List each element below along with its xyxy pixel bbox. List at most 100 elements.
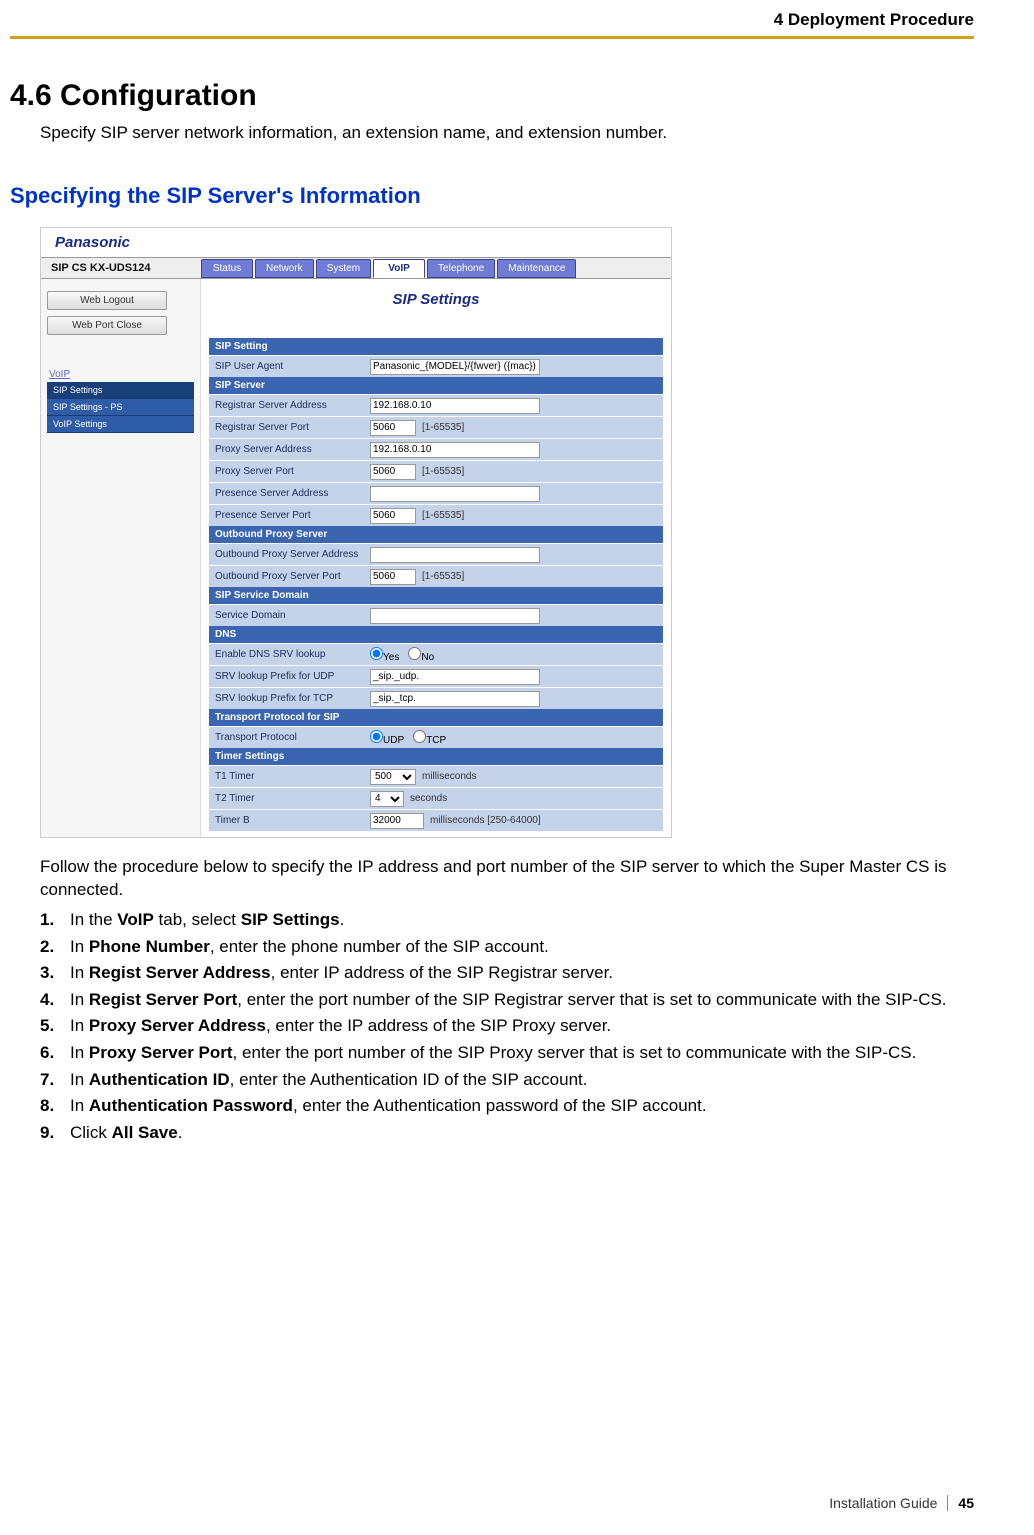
step-item: 9.Click All Save.: [40, 1121, 974, 1146]
step-item: 3.In Regist Server Address, enter IP add…: [40, 961, 974, 986]
step-number: 9.: [40, 1121, 70, 1146]
section-intro: Specify SIP server network information, …: [40, 123, 974, 143]
label-t2-timer: T2 Timer: [215, 793, 370, 804]
input-outbound-addr[interactable]: [370, 547, 540, 563]
page-title: SIP Settings: [209, 291, 663, 308]
web-port-close-button[interactable]: Web Port Close: [47, 316, 167, 335]
radio-label-yes: Yes: [383, 652, 399, 663]
step-text: In Regist Server Port, enter the port nu…: [70, 988, 947, 1013]
sidebar-group-title: VoIP: [47, 365, 194, 382]
instruction-lead: Follow the procedure below to specify th…: [40, 856, 974, 902]
sidebar-item-sip-settings[interactable]: SIP Settings: [47, 382, 194, 399]
input-proxy-addr[interactable]: [370, 442, 540, 458]
top-bar: SIP CS KX-UDS124 Status Network System V…: [41, 257, 671, 279]
input-srv-udp-prefix[interactable]: [370, 669, 540, 685]
section-timer: Timer Settings: [209, 748, 663, 765]
label-proxy-addr: Proxy Server Address: [215, 444, 370, 455]
step-text: In Proxy Server Address, enter the IP ad…: [70, 1014, 611, 1039]
label-registrar-addr: Registrar Server Address: [215, 400, 370, 411]
section-dns: DNS: [209, 626, 663, 643]
tab-system[interactable]: System: [316, 259, 371, 278]
brand-logo: Panasonic: [41, 228, 671, 257]
step-text: In Phone Number, enter the phone number …: [70, 935, 549, 960]
label-proxy-port: Proxy Server Port: [215, 466, 370, 477]
label-presence-addr: Presence Server Address: [215, 488, 370, 499]
chapter-header: 4 Deployment Procedure: [10, 0, 974, 36]
step-text: Click All Save.: [70, 1121, 182, 1146]
sidebar-item-voip-settings[interactable]: VoIP Settings: [47, 416, 194, 433]
step-number: 4.: [40, 988, 70, 1013]
step-item: 4.In Regist Server Port, enter the port …: [40, 988, 974, 1013]
radio-label-tcp: TCP: [426, 735, 446, 746]
hint-presence-port: [1-65535]: [422, 510, 464, 521]
unit-t2-timer: seconds: [410, 793, 447, 804]
label-srv-tcp-prefix: SRV lookup Prefix for TCP: [215, 693, 370, 704]
footer-page-number: 45: [958, 1495, 974, 1511]
input-outbound-port[interactable]: [370, 569, 416, 585]
section-sip-server: SIP Server: [209, 377, 663, 394]
input-presence-addr[interactable]: [370, 486, 540, 502]
section-service-domain: SIP Service Domain: [209, 587, 663, 604]
sidebar: Web Logout Web Port Close VoIP SIP Setti…: [41, 279, 201, 837]
radio-transport-udp[interactable]: [370, 730, 383, 743]
step-text: In Authentication Password, enter the Au…: [70, 1094, 707, 1119]
procedure-steps: 1.In the VoIP tab, select SIP Settings.2…: [40, 908, 974, 1146]
section-sip-setting: SIP Setting: [209, 338, 663, 355]
step-text: In Authentication ID, enter the Authenti…: [70, 1068, 588, 1093]
tab-status[interactable]: Status: [201, 259, 253, 278]
step-text: In Proxy Server Port, enter the port num…: [70, 1041, 916, 1066]
step-number: 3.: [40, 961, 70, 986]
section-transport: Transport Protocol for SIP: [209, 709, 663, 726]
step-text: In Regist Server Address, enter IP addre…: [70, 961, 613, 986]
label-srv-udp-prefix: SRV lookup Prefix for UDP: [215, 671, 370, 682]
radio-dns-srv-yes[interactable]: [370, 647, 383, 660]
label-timer-b: Timer B: [215, 815, 370, 826]
tab-network[interactable]: Network: [255, 259, 314, 278]
radio-dns-srv-no[interactable]: [408, 647, 421, 660]
section-heading: 4.6 Configuration: [10, 79, 974, 113]
input-timer-b[interactable]: [370, 813, 424, 829]
step-number: 7.: [40, 1068, 70, 1093]
radio-label-udp: UDP: [383, 735, 404, 746]
step-number: 8.: [40, 1094, 70, 1119]
hint-outbound-port: [1-65535]: [422, 571, 464, 582]
step-item: 8.In Authentication Password, enter the …: [40, 1094, 974, 1119]
tab-maintenance[interactable]: Maintenance: [497, 259, 576, 278]
tab-voip[interactable]: VoIP: [373, 259, 425, 278]
header-rule: [10, 36, 974, 39]
select-t1-timer[interactable]: 500: [370, 769, 416, 785]
input-registrar-addr[interactable]: [370, 398, 540, 414]
select-t2-timer[interactable]: 4: [370, 791, 404, 807]
web-logout-button[interactable]: Web Logout: [47, 291, 167, 310]
radio-transport-tcp[interactable]: [413, 730, 426, 743]
radio-label-no: No: [421, 652, 434, 663]
unit-timer-b: milliseconds [250-64000]: [430, 815, 541, 826]
input-proxy-port[interactable]: [370, 464, 416, 480]
input-registrar-port[interactable]: [370, 420, 416, 436]
sidebar-item-sip-settings-ps[interactable]: SIP Settings - PS: [47, 399, 194, 416]
label-t1-timer: T1 Timer: [215, 771, 370, 782]
input-srv-tcp-prefix[interactable]: [370, 691, 540, 707]
hint-proxy-port: [1-65535]: [422, 466, 464, 477]
footer-divider: [947, 1495, 948, 1511]
step-item: 1.In the VoIP tab, select SIP Settings.: [40, 908, 974, 933]
step-text: In the VoIP tab, select SIP Settings.: [70, 908, 344, 933]
label-presence-port: Presence Server Port: [215, 510, 370, 521]
step-number: 5.: [40, 1014, 70, 1039]
label-outbound-port: Outbound Proxy Server Port: [215, 571, 370, 582]
step-number: 2.: [40, 935, 70, 960]
input-presence-port[interactable]: [370, 508, 416, 524]
label-registrar-port: Registrar Server Port: [215, 422, 370, 433]
label-service-domain: Service Domain: [215, 610, 370, 621]
sip-settings-screenshot: Panasonic SIP CS KX-UDS124 Status Networ…: [40, 227, 672, 838]
tab-telephone[interactable]: Telephone: [427, 259, 495, 278]
label-outbound-addr: Outbound Proxy Server Address: [215, 549, 370, 560]
footer-doc-title: Installation Guide: [829, 1495, 937, 1511]
input-sip-user-agent[interactable]: [370, 359, 540, 375]
input-service-domain[interactable]: [370, 608, 540, 624]
step-number: 6.: [40, 1041, 70, 1066]
device-model: SIP CS KX-UDS124: [41, 262, 201, 274]
step-item: 5.In Proxy Server Address, enter the IP …: [40, 1014, 974, 1039]
label-transport: Transport Protocol: [215, 732, 370, 743]
step-item: 6.In Proxy Server Port, enter the port n…: [40, 1041, 974, 1066]
